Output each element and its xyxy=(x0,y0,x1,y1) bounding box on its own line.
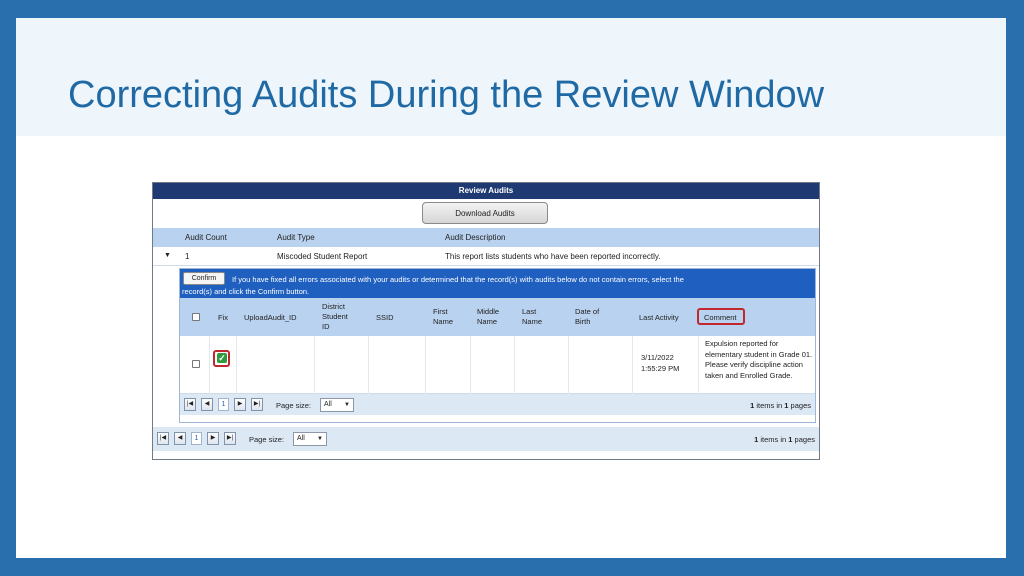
column-divider xyxy=(632,336,633,394)
first-page-icon[interactable]: |◀ xyxy=(157,432,169,445)
expand-caret-icon[interactable]: ▼ xyxy=(164,252,171,259)
table-row[interactable]: ✓ 3/11/2022 1:55:29 PM Expulsion reporte… xyxy=(180,336,815,394)
audit-detail-panel: Confirm If you have fixed all errors ass… xyxy=(179,268,816,423)
audit-type-value: Miscoded Student Report xyxy=(277,252,368,261)
audit-count-value: 1 xyxy=(185,252,190,261)
dob-header-1: Date of xyxy=(575,307,600,316)
last-activity-header: Last Activity xyxy=(639,313,679,322)
chevron-down-icon: ▼ xyxy=(317,436,323,442)
page-size-value: All xyxy=(297,435,305,442)
ssid-header: SSID xyxy=(376,313,394,322)
confirm-instructions-line1: If you have fixed all errors associated … xyxy=(232,275,684,284)
items-in-text: items in xyxy=(758,435,789,444)
pages-text: pages xyxy=(792,435,815,444)
audit-description-value: This report lists students who have been… xyxy=(445,252,661,261)
next-page-icon[interactable]: ▶ xyxy=(207,432,219,445)
first-page-icon[interactable]: |◀ xyxy=(184,398,196,411)
page-size-select[interactable]: All ▼ xyxy=(293,432,327,446)
column-divider xyxy=(314,336,315,394)
review-audits-screenshot: Review Audits Download Audits Audit Coun… xyxy=(152,182,820,460)
items-in-text: items in xyxy=(754,401,785,410)
confirm-bar: Confirm If you have fixed all errors ass… xyxy=(180,269,815,298)
confirm-button[interactable]: Confirm xyxy=(183,272,225,285)
audit-count-header: Audit Count xyxy=(185,233,227,242)
last-activity-date: 3/11/2022 xyxy=(641,353,674,362)
last-page-icon[interactable]: ▶| xyxy=(224,432,236,445)
fix-highlight-box[interactable]: ✓ xyxy=(213,350,230,367)
comment-cell: Expulsion reported for elementary studen… xyxy=(705,339,813,380)
column-divider xyxy=(514,336,515,394)
review-audits-header: Review Audits xyxy=(153,183,819,199)
chevron-down-icon: ▼ xyxy=(344,402,350,408)
last-name-header-1: Last xyxy=(522,307,537,316)
inner-pager: |◀ ◀ 1 ▶ ▶| Page size: All ▼ 1 items in … xyxy=(180,394,815,415)
district-student-id-header-2: Student xyxy=(322,312,348,321)
fix-header: Fix xyxy=(218,313,228,322)
column-divider xyxy=(209,336,210,394)
next-page-icon[interactable]: ▶ xyxy=(234,398,246,411)
middle-name-header-1: Middle xyxy=(477,307,500,316)
audit-column-header: Audit Count Audit Type Audit Description xyxy=(153,228,819,247)
last-activity-cell: 3/11/2022 1:55:29 PM xyxy=(641,352,679,374)
column-divider xyxy=(470,336,471,394)
page-size-select[interactable]: All ▼ xyxy=(320,398,354,412)
page-info: 1 items in 1 pages xyxy=(754,435,815,444)
district-student-id-header-3: ID xyxy=(322,322,330,331)
audit-type-header: Audit Type xyxy=(277,233,315,242)
page-number[interactable]: 1 xyxy=(191,432,202,445)
page-size-label: Page size: xyxy=(276,401,312,410)
middle-name-header-2: Name xyxy=(477,317,498,326)
row-select-checkbox[interactable] xyxy=(192,360,200,368)
upload-audit-id-header: UploadAudit_ID xyxy=(244,313,297,322)
slide: Correcting Audits During the Review Wind… xyxy=(16,18,1006,558)
confirm-instructions-line2: record(s) and click the Confirm button. xyxy=(182,287,310,296)
prev-page-icon[interactable]: ◀ xyxy=(201,398,213,411)
slide-title: Correcting Audits During the Review Wind… xyxy=(68,74,825,116)
page-number[interactable]: 1 xyxy=(218,398,229,411)
first-name-header-2: Name xyxy=(433,317,454,326)
district-student-id-header-1: District xyxy=(322,302,345,311)
audit-description-header: Audit Description xyxy=(445,233,506,242)
column-divider xyxy=(425,336,426,394)
audit-row[interactable]: ▼ 1 Miscoded Student Report This report … xyxy=(153,247,819,266)
column-divider xyxy=(698,336,699,394)
page-info: 1 items in 1 pages xyxy=(750,401,811,410)
first-name-header-1: First xyxy=(433,307,448,316)
dob-header-2: Birth xyxy=(575,317,591,326)
title-band: Correcting Audits During the Review Wind… xyxy=(16,18,1006,136)
last-activity-time: 1:55:29 PM xyxy=(641,364,680,373)
comment-header[interactable]: Comment xyxy=(704,313,737,323)
last-name-header-2: Name xyxy=(522,317,543,326)
prev-page-icon[interactable]: ◀ xyxy=(174,432,186,445)
page-size-value: All xyxy=(324,401,332,408)
column-divider xyxy=(236,336,237,394)
download-row: Download Audits xyxy=(153,199,819,228)
page-size-label: Page size: xyxy=(249,435,285,444)
pages-text: pages xyxy=(788,401,811,410)
download-audits-button[interactable]: Download Audits xyxy=(422,202,548,224)
outer-pager: |◀ ◀ 1 ▶ ▶| Page size: All ▼ 1 items in … xyxy=(153,427,819,451)
last-page-icon[interactable]: ▶| xyxy=(251,398,263,411)
column-divider xyxy=(368,336,369,394)
grid-header: Fix UploadAudit_ID District Student ID S… xyxy=(180,298,815,336)
column-divider xyxy=(568,336,569,394)
checkmark-icon: ✓ xyxy=(217,353,227,363)
select-all-checkbox[interactable] xyxy=(192,313,200,321)
